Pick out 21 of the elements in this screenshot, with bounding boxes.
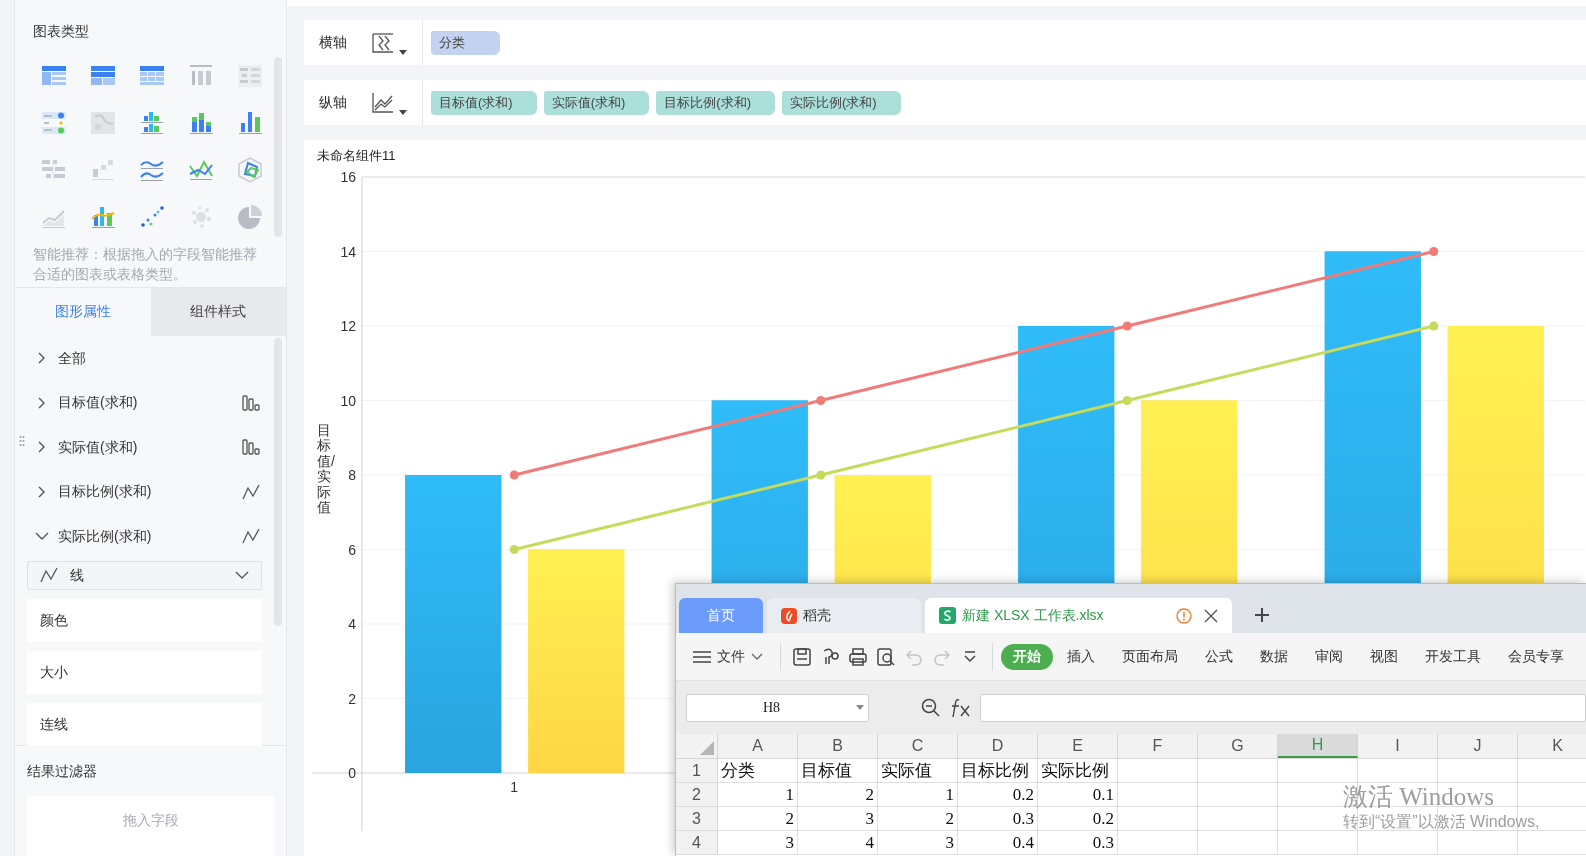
axis-tick-label: 1 <box>510 779 519 795</box>
axis-tick-label: 12 <box>340 318 356 334</box>
axis-tick-label: 10 <box>340 392 356 409</box>
tab-label: 新建 XLSX 工作表.xlsx <box>962 606 1105 625</box>
activation-hint: 转到“设置”以激活 Windows, <box>1343 812 1540 832</box>
activation-title: 激活 Windows <box>1343 782 1496 812</box>
axis-tick-label: 4 <box>348 616 356 632</box>
panel-title: 图表类型 <box>33 22 90 41</box>
component-title: 未命名组件11 <box>317 147 396 165</box>
axis-label: 纵轴 <box>318 93 348 112</box>
dropdown-value: 线 <box>70 565 85 585</box>
tab-label: 稻壳 <box>803 606 832 625</box>
axis-label: 横轴 <box>318 33 348 52</box>
axis-tick-label: 14 <box>340 243 356 260</box>
axis-tick-label: 0 <box>348 765 356 781</box>
section-title: 结果过滤器 <box>27 761 98 781</box>
hint-text: 智能推荐：根据拖入的字段智能推荐合适的图表或表格类型。 <box>33 245 258 284</box>
axis-tick-label: 6 <box>348 541 356 558</box>
axis-tick-label: 2 <box>348 690 356 707</box>
axis-tick-label: 16 <box>340 169 356 185</box>
axis-tick-label: 8 <box>348 467 356 483</box>
